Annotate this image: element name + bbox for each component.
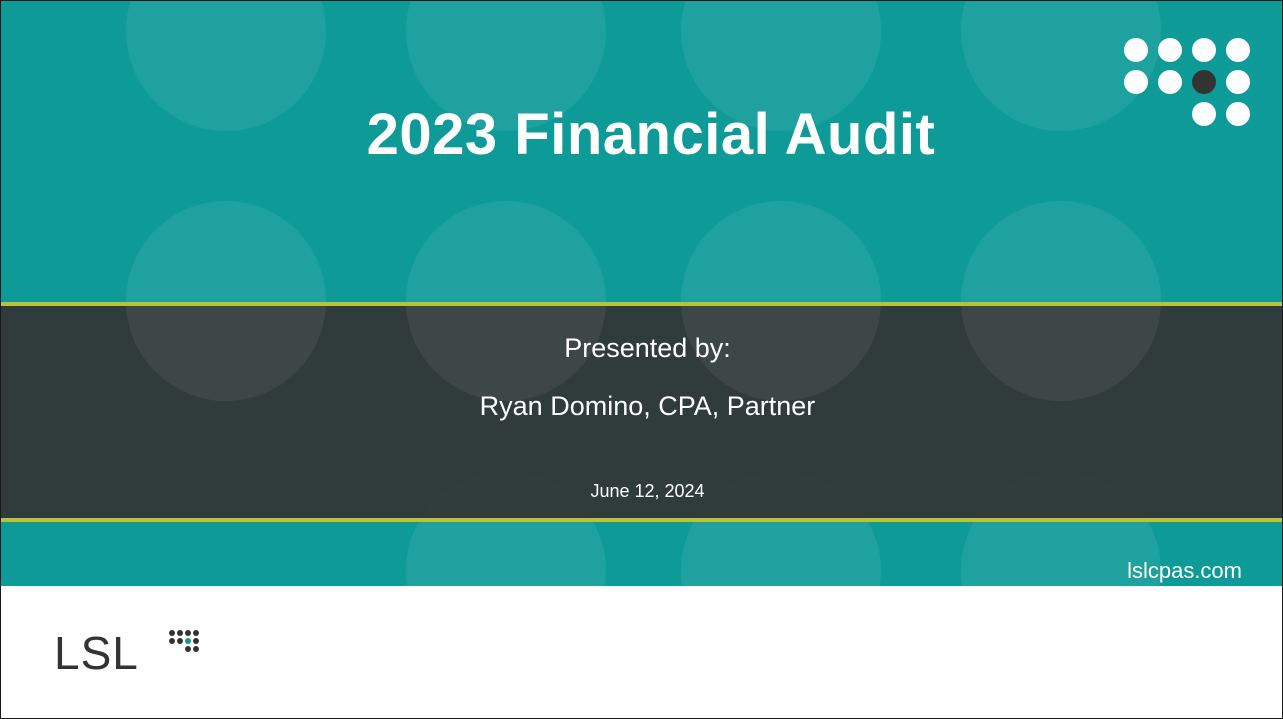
presentation-date: June 12, 2024 (590, 481, 705, 501)
website-url: lslcpas.com (1127, 558, 1242, 583)
presenter-name: Ryan Domino, CPA, Partner (479, 391, 816, 421)
slide-title: 2023 Financial Audit (366, 102, 936, 167)
presentation-slide: 2023 Financial Audit Presented by: Ryan … (0, 0, 1283, 719)
dots-grid-logo-icon (1124, 38, 1254, 128)
teal-background: 2023 Financial Audit Presented by: Ryan … (1, 1, 1282, 586)
logo-text: LSL (54, 627, 139, 679)
divider-line-bottom (1, 518, 1282, 522)
lsl-dots-logo-icon (169, 630, 239, 670)
presented-by-label: Presented by: (564, 333, 731, 363)
